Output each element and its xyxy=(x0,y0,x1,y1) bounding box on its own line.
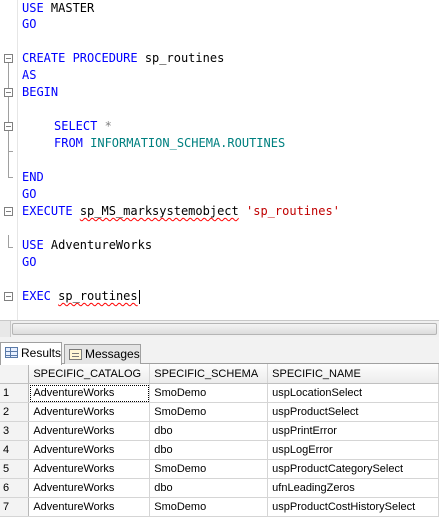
collapse-execute-icon[interactable] xyxy=(4,207,13,216)
column-header-specific-name[interactable]: SPECIFIC_NAME xyxy=(267,364,439,384)
code-line-go: GO xyxy=(22,255,37,269)
code-line-from: FROM INFORMATION_SCHEMA.ROUTINES xyxy=(54,136,286,150)
cell-schema[interactable]: dbo xyxy=(149,421,269,441)
scrollbar-thumb[interactable] xyxy=(12,323,437,335)
cell-catalog[interactable]: AdventureWorks xyxy=(28,497,151,517)
grid-header-row: SPECIFIC_CATALOG SPECIFIC_SCHEMA SPECIFI… xyxy=(0,364,439,384)
row-number[interactable]: 3 xyxy=(0,421,30,441)
table-row[interactable]: 6 AdventureWorks dbo ufnLeadingZeros xyxy=(0,478,439,498)
cell-schema[interactable]: SmoDemo xyxy=(149,497,269,517)
row-number[interactable]: 2 xyxy=(0,402,30,422)
collapse-exec-icon[interactable] xyxy=(4,292,13,301)
collapse-select-icon[interactable] xyxy=(4,122,13,131)
code-line-create-procedure: CREATE PROCEDURE sp_routines xyxy=(22,51,225,65)
cell-catalog[interactable]: AdventureWorks xyxy=(28,478,151,498)
cell-schema[interactable]: dbo xyxy=(149,478,269,498)
table-row[interactable]: 1 AdventureWorks SmoDemo uspLocationSele… xyxy=(0,383,439,403)
cell-name[interactable]: uspProductCostHistorySelect xyxy=(267,497,439,517)
tab-results[interactable]: Results xyxy=(0,342,62,365)
horizontal-scrollbar[interactable] xyxy=(0,320,439,337)
code-line-as: AS xyxy=(22,68,37,82)
cell-catalog[interactable]: AdventureWorks xyxy=(28,383,151,403)
column-header-specific-schema[interactable]: SPECIFIC_SCHEMA xyxy=(149,364,269,384)
cell-schema[interactable]: dbo xyxy=(149,440,269,460)
results-grid[interactable]: SPECIFIC_CATALOG SPECIFIC_SCHEMA SPECIFI… xyxy=(0,364,439,519)
editor-margin xyxy=(17,0,18,320)
cell-name[interactable]: uspPrintError xyxy=(267,421,439,441)
code-line-go: GO xyxy=(22,17,37,31)
fold-line xyxy=(8,131,9,151)
code-line-use-master: USE MASTER xyxy=(22,1,95,15)
row-number[interactable]: 5 xyxy=(0,459,30,479)
collapse-create-icon[interactable] xyxy=(4,54,13,63)
table-row[interactable]: 7 AdventureWorks SmoDemo uspProductCostH… xyxy=(0,497,439,517)
collapse-begin-icon[interactable] xyxy=(4,88,13,97)
code-line-go: GO xyxy=(22,187,37,201)
cell-name[interactable]: uspLocationSelect xyxy=(267,383,439,403)
cell-schema[interactable]: SmoDemo xyxy=(149,402,269,422)
messages-icon xyxy=(69,349,82,360)
table-row[interactable]: 4 AdventureWorks dbo uspLogError xyxy=(0,440,439,460)
tab-results-label: Results xyxy=(21,346,62,360)
cell-catalog[interactable]: AdventureWorks xyxy=(28,421,151,441)
row-number[interactable]: 6 xyxy=(0,478,30,498)
grid-icon xyxy=(5,347,18,358)
cell-name[interactable]: uspLogError xyxy=(267,440,439,460)
code-line-select: SELECT * xyxy=(54,119,112,133)
code-line-begin: BEGIN xyxy=(22,85,59,99)
fold-end xyxy=(8,177,13,178)
fold-line xyxy=(8,235,9,247)
cell-schema[interactable]: SmoDemo xyxy=(149,459,269,479)
cell-schema[interactable]: SmoDemo xyxy=(149,383,269,403)
table-row[interactable]: 5 AdventureWorks SmoDemo uspProductCateg… xyxy=(0,459,439,479)
row-number[interactable]: 7 xyxy=(0,497,30,517)
code-line-exec: EXEC sp_routines xyxy=(22,289,140,304)
code-line-use-adventureworks: USE AdventureWorks xyxy=(22,238,153,252)
query-editor[interactable]: USE MASTER GO CREATE PROCEDURE sp_routin… xyxy=(0,0,439,320)
cell-catalog[interactable]: AdventureWorks xyxy=(28,459,151,479)
cell-catalog[interactable]: AdventureWorks xyxy=(28,440,151,460)
cell-name[interactable]: ufnLeadingZeros xyxy=(267,478,439,498)
results-tab-bar: Results Messages xyxy=(0,337,439,365)
code-line-end: END xyxy=(22,170,44,184)
fold-end xyxy=(8,247,13,248)
text-caret xyxy=(138,289,140,304)
table-row[interactable]: 3 AdventureWorks dbo uspPrintError xyxy=(0,421,439,441)
code-line-execute: EXECUTE sp_MS_marksystemobject 'sp_routi… xyxy=(22,204,340,218)
scroll-left-button[interactable] xyxy=(0,321,11,337)
cell-name[interactable]: uspProductCategorySelect xyxy=(267,459,439,479)
cell-name[interactable]: uspProductSelect xyxy=(267,402,439,422)
table-row[interactable]: 2 AdventureWorks SmoDemo uspProductSelec… xyxy=(0,402,439,422)
column-header-specific-catalog[interactable]: SPECIFIC_CATALOG xyxy=(28,364,151,384)
row-number[interactable]: 1 xyxy=(0,383,30,403)
fold-line xyxy=(8,63,9,177)
row-number[interactable]: 4 xyxy=(0,440,30,460)
grid-corner[interactable] xyxy=(0,364,30,384)
fold-end xyxy=(8,151,13,152)
tab-messages-label: Messages xyxy=(85,347,140,361)
tab-messages[interactable]: Messages xyxy=(64,344,141,364)
cell-catalog[interactable]: AdventureWorks xyxy=(28,402,151,422)
